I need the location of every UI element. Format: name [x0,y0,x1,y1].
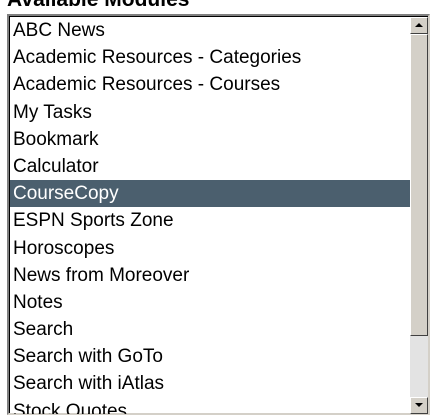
list-item-notes[interactable]: Notes [10,289,410,316]
modules-listbox[interactable]: ABC News Academic Resources - Categories… [7,14,430,415]
list-item-coursecopy[interactable]: CourseCopy [10,180,410,208]
list-item-academic-resources-courses[interactable]: Academic Resources - Courses [10,71,410,98]
list-item-search-with-goto[interactable]: Search with GoTo [10,343,410,370]
arrow-up-icon [415,23,423,27]
list-item-horoscopes[interactable]: Horoscopes [10,235,410,262]
list-item-espn-sports-zone[interactable]: ESPN Sports Zone [10,207,410,234]
list-item-search-with-iatlas[interactable]: Search with iAtlas [10,370,410,397]
list-item-abc-news[interactable]: ABC News [10,17,410,44]
section-title: Available Modules [7,0,189,12]
listbox-items: ABC News Academic Resources - Categories… [10,17,410,414]
vertical-scrollbar[interactable] [410,17,428,414]
list-item-calculator[interactable]: Calculator [10,153,410,180]
list-item-my-tasks[interactable]: My Tasks [10,99,410,126]
scroll-down-button[interactable] [410,397,428,414]
list-item-bookmark[interactable]: Bookmark [10,126,410,153]
list-item-news-from-moreover[interactable]: News from Moreover [10,262,410,289]
scroll-up-button[interactable] [410,17,428,34]
list-item-search[interactable]: Search [10,316,410,343]
listbox-frame: ABC News Academic Resources - Categories… [9,16,428,414]
list-item-stock-quotes[interactable]: Stock Quotes [10,398,410,414]
arrow-down-icon [415,403,423,407]
list-item-academic-resources-categories[interactable]: Academic Resources - Categories [10,44,410,71]
section-title-region: Available Modules [0,0,438,12]
scrollbar-thumb[interactable] [410,34,428,336]
